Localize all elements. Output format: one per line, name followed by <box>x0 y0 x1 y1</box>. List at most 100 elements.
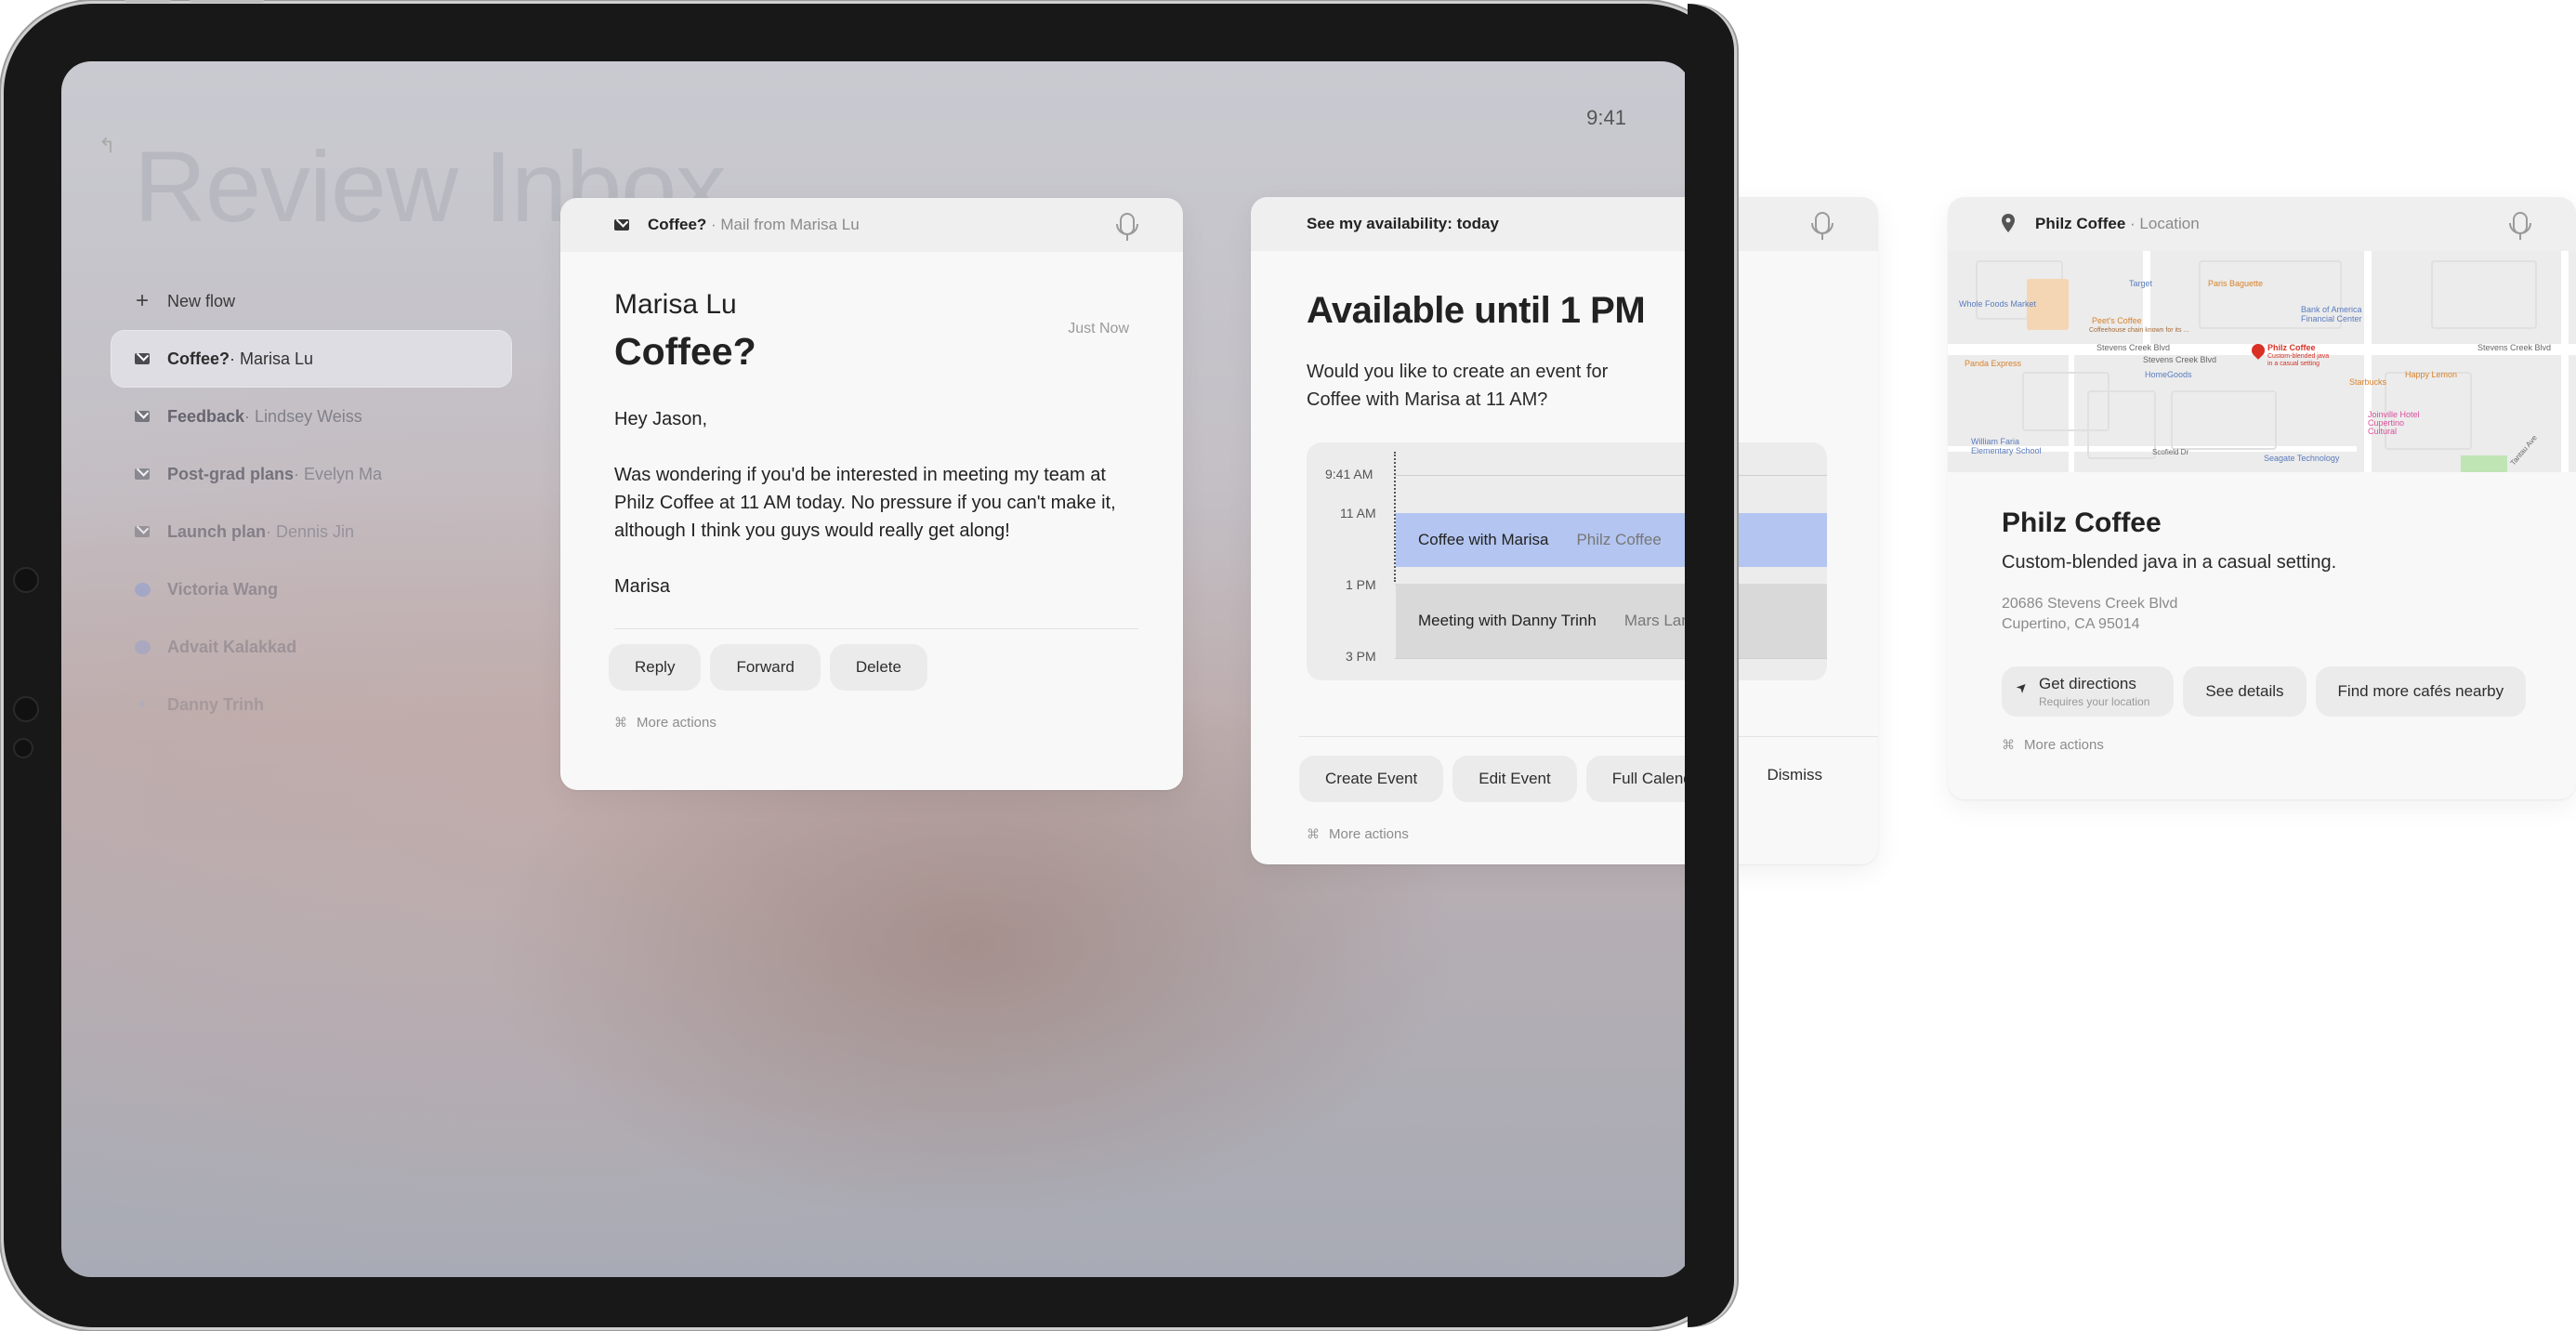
more-actions[interactable]: ⌘ More actions <box>2002 737 2576 753</box>
divider <box>1299 736 1878 737</box>
sidebar-item-title: Danny Trinh <box>167 694 265 714</box>
see-details-button[interactable]: See details <box>2183 666 2307 717</box>
mail-icon <box>134 353 151 364</box>
get-directions-label: Get directions <box>2039 675 2136 692</box>
status-time: 9:41 <box>1586 106 1626 129</box>
edit-event-button[interactable]: Edit Event <box>1452 756 1577 802</box>
mail-icon <box>614 217 629 235</box>
mail-sender: Marisa Lu <box>614 289 737 320</box>
create-event-button[interactable]: Create Event <box>1299 756 1444 802</box>
calendar-card-header: See my availability: today <box>1251 197 1878 251</box>
mail-subject: Coffee? <box>614 330 756 373</box>
map-label: Bank of America Financial Center <box>2301 305 2362 323</box>
sidebar-item-advait[interactable]: Advait Kalakkad <box>112 619 511 675</box>
map-label: Tantau Ave <box>2508 433 2539 468</box>
sidebar-item-sub: · Marisa Lu <box>230 349 314 368</box>
map-label: Philz Coffee <box>2267 343 2316 352</box>
command-icon: ⌘ <box>1307 826 1320 841</box>
sidebar-item-title: Advait Kalakkad <box>167 637 297 656</box>
sidebar-item-sub: · Dennis Jin <box>266 521 355 541</box>
find-more-cafes-button[interactable]: Find more cafés nearby <box>2315 666 2527 717</box>
new-flow-label: New flow <box>167 291 236 310</box>
map-label: Peet's Coffee <box>2092 316 2142 325</box>
location-pin-icon <box>2002 214 2015 237</box>
place-description: Custom-blended java in a casual setting. <box>2002 552 2337 573</box>
camera-icon <box>13 696 39 722</box>
sidebar-item-sub: · Lindsey Weiss <box>244 406 362 426</box>
sidebar-item-feedback[interactable]: Feedback · Lindsey Weiss <box>112 389 511 444</box>
calendar-card-title: See my availability: today <box>1307 215 1499 232</box>
location-card-header: Philz Coffee · Location <box>1948 197 2576 251</box>
mail-card: Coffee? · Mail from Marisa Lu Marisa Lu … <box>560 198 1183 790</box>
more-actions[interactable]: ⌘ More actions <box>614 715 1129 731</box>
command-icon: ⌘ <box>2002 737 2015 752</box>
delete-button[interactable]: Delete <box>829 644 927 691</box>
mail-body: Marisa Lu Just Now Coffee? Hey Jason, Wa… <box>560 289 1183 731</box>
map-label: Stevens Creek Blvd <box>2477 343 2552 352</box>
sidebar-item-post-grad[interactable]: Post-grad plans · Evelyn Ma <box>112 446 511 502</box>
plus-icon: + <box>135 288 149 313</box>
place-address: 20686 Stevens Creek Blvd Cupertino, CA 9… <box>2002 594 2576 635</box>
sidebar-item-title: Coffee? <box>167 349 230 368</box>
sidebar-item-title: Launch plan <box>167 521 267 541</box>
microphone-icon[interactable] <box>1116 213 1138 241</box>
map-label: Happy Lemon <box>2405 370 2458 379</box>
get-directions-button[interactable]: ➤ Get directions Requires your location <box>2002 666 2175 717</box>
more-actions-label: More actions <box>1329 826 1409 842</box>
calendar-actions: Create Event Edit Event Full Calendar Di… <box>1299 736 1878 842</box>
camera-icon <box>13 738 33 758</box>
mail-card-header: Coffee? · Mail from Marisa Lu <box>560 198 1183 252</box>
sidebar-item-danny[interactable]: ✦ Danny Trinh <box>112 677 511 732</box>
calendar-event-meeting[interactable]: Meeting with Danny Trinh Mars Landing <box>1396 584 1827 658</box>
availability-title: Available until 1 PM <box>1307 290 1646 331</box>
sidebar-item-title: Victoria Wang <box>167 579 279 599</box>
availability-question: Would you like to create an event for Co… <box>1307 362 1609 410</box>
map-label: Stevens Creek Blvd <box>2096 343 2171 352</box>
reply-button[interactable]: Reply <box>609 644 702 691</box>
map-label: Panda Express <box>1965 359 2022 368</box>
back-arrow-icon[interactable]: ↰ <box>99 134 115 158</box>
map-label: William Faria Elementary School <box>1971 437 2042 455</box>
mail-paragraph: Was wondering if you'd be interested in … <box>614 465 1116 541</box>
location-card-subtitle: · Location <box>2125 215 2200 232</box>
current-time-indicator <box>1394 452 1396 582</box>
more-actions[interactable]: ⌘ More actions <box>1307 826 1878 842</box>
map-label: HomeGoods <box>2145 370 2192 379</box>
microphone-icon[interactable] <box>2509 212 2531 240</box>
sidebar: + New flow Coffee? · Marisa Lu Feedback … <box>112 273 511 734</box>
map-label: Seagate Technology <box>2264 454 2340 463</box>
more-actions-label: More actions <box>2024 737 2104 753</box>
location-card-title: Philz Coffee <box>2035 215 2126 232</box>
time-label: 1 PM <box>1346 577 1376 592</box>
sidebar-item-title: Feedback <box>167 406 245 426</box>
map[interactable]: Whole Foods Market Target Paris Baguette… <box>1948 251 2576 472</box>
divider <box>614 628 1138 629</box>
camera-icon <box>13 567 39 593</box>
time-label: 3 PM <box>1346 649 1376 664</box>
calendar-event-coffee[interactable]: Coffee with Marisa Philz Coffee <box>1396 513 1827 567</box>
new-flow-button[interactable]: + New flow <box>112 273 511 329</box>
location-actions: ➤ Get directions Requires your location … <box>2002 666 2576 717</box>
message-icon <box>134 582 151 597</box>
sidebar-item-coffee[interactable]: Coffee? · Marisa Lu <box>112 331 511 387</box>
sidebar-item-title: Post-grad plans <box>167 464 295 483</box>
navigation-arrow-icon: ➤ <box>2012 678 2031 696</box>
device-top-button <box>125 0 171 3</box>
map-label: Whole Foods Market <box>1959 299 2037 309</box>
day-timeline[interactable]: 9:41 AM 11 AM 1 PM 3 PM Coffee with Mari… <box>1307 442 1827 680</box>
forward-button[interactable]: Forward <box>710 644 821 691</box>
mail-card-subtitle: · Mail from Marisa Lu <box>706 216 860 233</box>
map-label: Starbucks <box>2349 377 2387 387</box>
event-title: Meeting with Danny Trinh <box>1418 612 1597 629</box>
mail-actions: Reply Forward Delete <box>609 644 1129 691</box>
mail-card-title: Coffee? <box>648 216 707 233</box>
map-label: Target <box>2129 279 2153 288</box>
dismiss-button[interactable]: Dismiss <box>1768 766 1823 784</box>
twitter-icon: ✦ <box>136 697 149 713</box>
map-label: Stevens Creek Blvd <box>2143 355 2217 364</box>
map-label: Coffeehouse chain known for its ... <box>2089 327 2189 334</box>
message-icon <box>134 639 151 654</box>
microphone-icon[interactable] <box>1811 212 1833 240</box>
sidebar-item-victoria[interactable]: Victoria Wang <box>112 561 511 617</box>
sidebar-item-launch-plan[interactable]: Launch plan · Dennis Jin <box>112 504 511 560</box>
